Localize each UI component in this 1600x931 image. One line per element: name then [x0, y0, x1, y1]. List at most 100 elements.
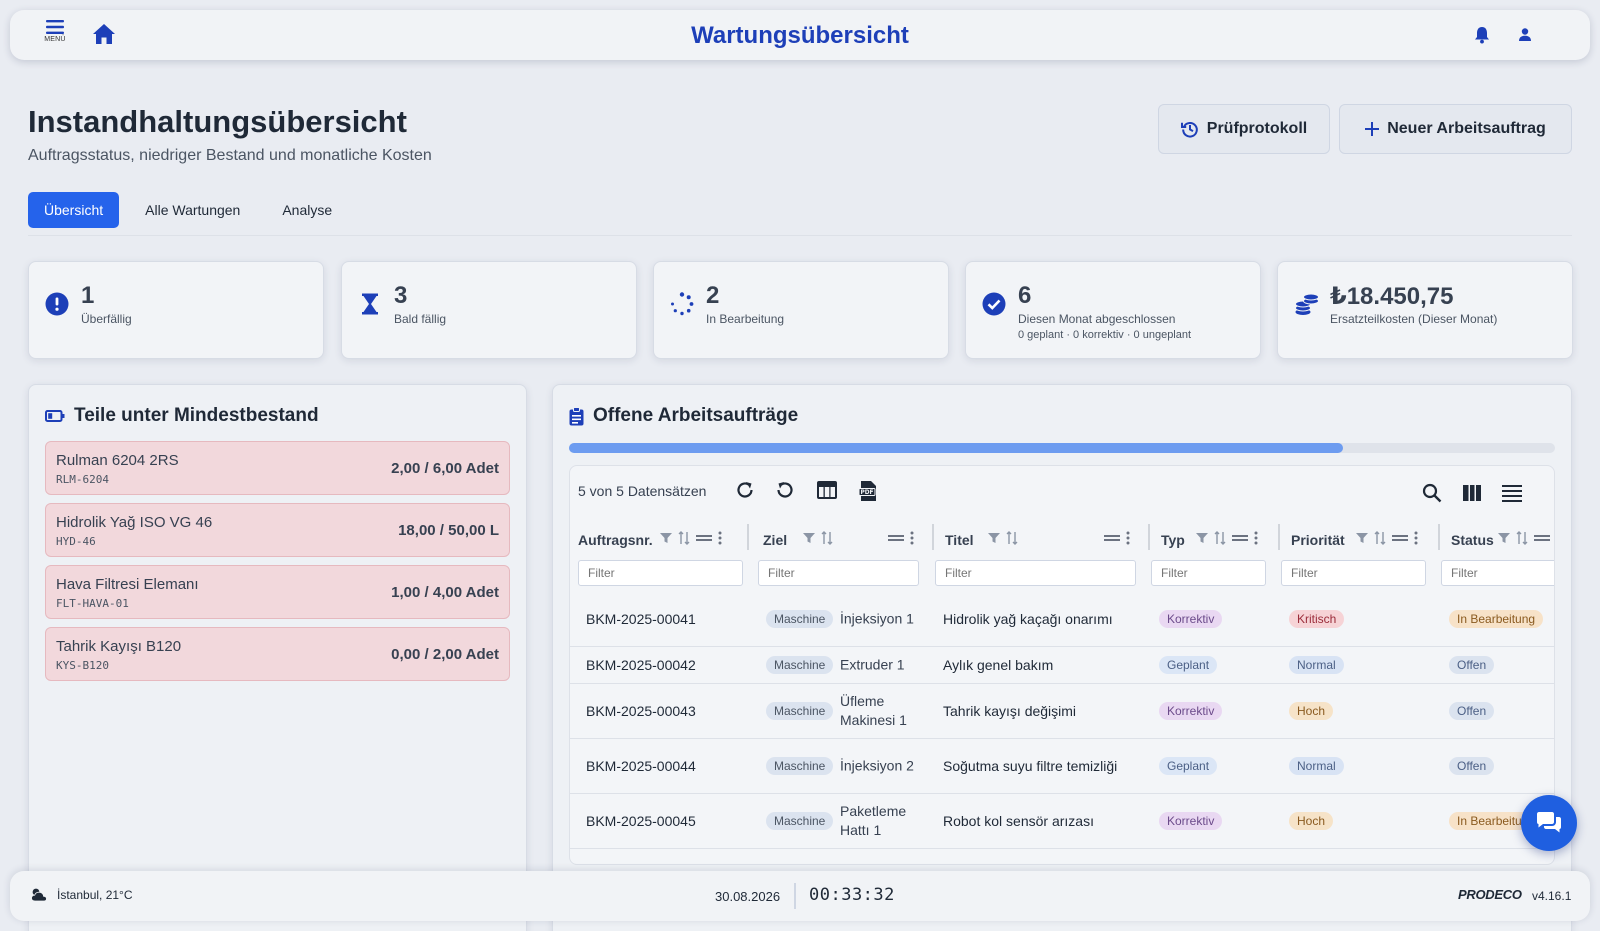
order-number: BKM-2025-00044: [586, 758, 696, 774]
column-resizer[interactable]: [747, 524, 749, 550]
part-code: RLM-6204: [56, 473, 109, 486]
column-header-title[interactable]: Titel: [945, 528, 974, 552]
part-quantity: 18,00 / 50,00 L: [398, 522, 499, 539]
column-header-order-no[interactable]: Auftragsnr.: [578, 528, 653, 552]
column-header-type[interactable]: Typ: [1161, 528, 1185, 552]
table-row[interactable]: BKM-2025-00044 Maschine İnjeksiyon 2 Soğ…: [570, 739, 1554, 794]
table-row[interactable]: BKM-2025-00041 Maschine İnjeksiyon 1 Hid…: [570, 592, 1554, 647]
chat-button[interactable]: [1521, 795, 1577, 851]
notifications-button[interactable]: [1474, 26, 1490, 44]
new-work-order-button[interactable]: Neuer Arbeitsauftrag: [1339, 104, 1572, 154]
kpi-parts-cost[interactable]: ₺18.450,75 Ersatzteilkosten (Dieser Mona…: [1277, 261, 1573, 359]
priority-badge: Kritisch: [1289, 610, 1345, 628]
column-menu-icon[interactable]: [718, 531, 722, 545]
table-row[interactable]: BKM-2025-00043 Maschine Üfleme Makinesi …: [570, 684, 1554, 739]
group-icon[interactable]: [696, 534, 712, 542]
search-icon[interactable]: [1422, 483, 1442, 503]
sort-icon[interactable]: [1374, 531, 1386, 545]
priority-badge: Hoch: [1289, 702, 1334, 720]
order-number: BKM-2025-00045: [586, 813, 696, 829]
work-orders-progress-bar: [569, 443, 1555, 453]
page-subtitle: Auftragsstatus, niedriger Bestand und mo…: [28, 147, 432, 164]
target-name: İnjeksiyon 2: [840, 757, 914, 774]
low-stock-title-row: Teile unter Mindestbestand: [45, 405, 319, 427]
column-menu-icon[interactable]: [1254, 531, 1258, 545]
table-row[interactable]: BKM-2025-00042 Maschine Extruder 1 Aylık…: [570, 647, 1554, 684]
kpi-in-progress[interactable]: 2 In Bearbeitung: [653, 261, 949, 359]
tab-overview[interactable]: Übersicht: [28, 192, 120, 228]
chat-icon: [1537, 812, 1561, 833]
column-title: Typ: [1161, 532, 1185, 548]
column-header-status[interactable]: Status: [1451, 528, 1494, 552]
work-orders-table: 5 von 5 Datensätzen PDF Auftragsnr. Ziel: [569, 465, 1555, 865]
priority-badge: Hoch: [1289, 812, 1334, 830]
status-badge: In Bearbeitung: [1449, 610, 1544, 628]
kpi-completed[interactable]: 6 Diesen Monat abgeschlossen 0 geplant ·…: [965, 261, 1261, 359]
audit-log-button[interactable]: Prüfprotokoll: [1158, 104, 1330, 154]
filter-icon[interactable]: [988, 532, 1000, 544]
part-code: KYS-B120: [56, 659, 109, 672]
filter-order-no[interactable]: [578, 560, 743, 586]
filter-icon[interactable]: [1196, 532, 1208, 544]
table-row[interactable]: BKM-2025-00045 Maschine Paketleme Hattı …: [570, 794, 1554, 849]
filter-type[interactable]: [1151, 560, 1266, 586]
part-quantity: 2,00 / 6,00 Adet: [391, 460, 499, 477]
filter-target[interactable]: [758, 560, 919, 586]
check-circle-icon: [982, 292, 1006, 316]
progress-fill: [569, 443, 1343, 453]
group-icon[interactable]: [1232, 534, 1248, 542]
target-name: Extruder 1: [840, 656, 905, 673]
sort-icon[interactable]: [1516, 531, 1528, 545]
filter-title[interactable]: [935, 560, 1136, 586]
part-quantity: 0,00 / 2,00 Adet: [391, 646, 499, 663]
column-header-priority[interactable]: Priorität: [1291, 528, 1345, 552]
footer-clock: 00:33:32: [809, 885, 895, 905]
column-menu-icon[interactable]: [1126, 531, 1130, 545]
filter-icon[interactable]: [803, 532, 815, 544]
refresh-icon[interactable]: [735, 480, 755, 500]
list-item[interactable]: Rulman 6204 2RS RLM-6204 2,00 / 6,00 Ade…: [45, 441, 510, 495]
type-badge: Geplant: [1159, 656, 1218, 674]
column-menu-icon[interactable]: [910, 531, 914, 545]
type-badge: Korrektiv: [1159, 702, 1223, 720]
column-menu-icon[interactable]: [1414, 531, 1418, 545]
user-button[interactable]: [1518, 27, 1532, 42]
tab-all-maintenance[interactable]: Alle Wartungen: [129, 192, 257, 228]
list-item[interactable]: Hidrolik Yağ ISO VG 46 HYD-46 18,00 / 50…: [45, 503, 510, 557]
column-title: Ziel: [763, 532, 788, 548]
weather-widget: İstanbul, 21°C: [30, 887, 133, 902]
group-icon[interactable]: [1392, 534, 1408, 542]
column-resizer[interactable]: [1278, 524, 1280, 550]
kpi-overdue[interactable]: 1 Überfällig: [28, 261, 324, 359]
reset-icon[interactable]: [775, 480, 795, 500]
kpi-due-soon[interactable]: 3 Bald fällig: [341, 261, 637, 359]
density-icon[interactable]: [1502, 484, 1522, 502]
sort-icon[interactable]: [1214, 531, 1226, 545]
filter-priority[interactable]: [1281, 560, 1426, 586]
column-title: Priorität: [1291, 532, 1345, 548]
filter-status[interactable]: [1441, 560, 1554, 586]
sort-icon[interactable]: [821, 531, 833, 545]
filter-icon[interactable]: [660, 532, 672, 544]
group-icon[interactable]: [888, 534, 904, 542]
column-resizer[interactable]: [1148, 524, 1150, 550]
list-item[interactable]: Hava Filtresi Elemanı FLT-HAVA-01 1,00 /…: [45, 565, 510, 619]
column-header-target[interactable]: Ziel: [763, 528, 787, 552]
tab-analysis[interactable]: Analyse: [266, 192, 349, 228]
table-layout-icon[interactable]: [816, 480, 838, 500]
column-resizer[interactable]: [932, 524, 934, 550]
column-tools: [988, 531, 1018, 545]
group-icon[interactable]: [1534, 534, 1550, 542]
sort-icon[interactable]: [678, 531, 690, 545]
column-title: Status: [1451, 532, 1494, 548]
columns-icon[interactable]: [1462, 484, 1482, 502]
filter-icon[interactable]: [1356, 532, 1368, 544]
filter-icon[interactable]: [1498, 532, 1510, 544]
column-resizer[interactable]: [1438, 524, 1440, 550]
sort-icon[interactable]: [1006, 531, 1018, 545]
group-icon[interactable]: [1104, 534, 1120, 542]
list-item[interactable]: Tahrik Kayışı B120 KYS-B120 0,00 / 2,00 …: [45, 627, 510, 681]
pdf-export-icon[interactable]: PDF: [858, 480, 878, 502]
column-tools: [1104, 531, 1130, 545]
column-tools: [1356, 531, 1418, 545]
